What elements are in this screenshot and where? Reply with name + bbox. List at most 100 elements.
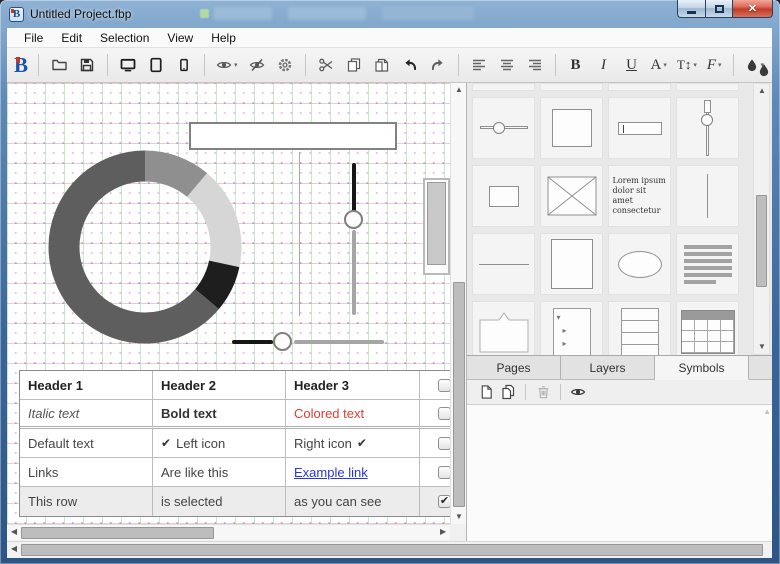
hide-annotations-button[interactable] <box>245 53 269 77</box>
menu-help[interactable]: Help <box>202 29 245 47</box>
symbols-scrollbar[interactable]: ▲ ▼ <box>753 83 770 355</box>
scroll-left-icon[interactable]: ◀ <box>7 525 21 539</box>
bold-button[interactable]: B <box>564 53 588 77</box>
phone-preview-button[interactable] <box>172 53 196 77</box>
close-button[interactable]: ✕ <box>733 0 773 18</box>
tab-layers[interactable]: Layers <box>561 356 655 379</box>
scrollbar-thumb[interactable] <box>21 527 214 539</box>
symbol-tile-horizontal-line[interactable] <box>472 233 535 295</box>
symbol-tile[interactable] <box>540 83 603 91</box>
symbol-tile[interactable] <box>472 83 535 91</box>
cut-button[interactable] <box>314 53 338 77</box>
desktop-preview-button[interactable] <box>116 53 140 77</box>
text-size-button[interactable]: T↕▾ <box>674 53 700 77</box>
italic-button[interactable]: I <box>592 53 616 77</box>
border-color-button[interactable] <box>752 58 772 82</box>
menu-edit[interactable]: Edit <box>52 29 91 47</box>
font-color-button[interactable]: A▾ <box>648 53 670 77</box>
align-right-button[interactable] <box>523 53 547 77</box>
symbol-tile-rectangle-tall[interactable] <box>540 233 603 295</box>
scrollbar-thumb[interactable] <box>21 544 763 556</box>
checkbox[interactable] <box>438 407 450 420</box>
text-input-widget[interactable] <box>189 122 397 150</box>
tab-symbols[interactable]: Symbols <box>655 356 749 380</box>
example-link[interactable]: Example link <box>294 459 368 486</box>
symbol-tile[interactable] <box>676 83 739 91</box>
new-page-button[interactable] <box>475 382 497 402</box>
scrollbar-thumb[interactable] <box>453 282 465 507</box>
canvas[interactable]: Header 1 Header 2 Header 3 Italic text B… <box>7 83 450 524</box>
font-family-button[interactable]: F▾ <box>704 53 725 77</box>
minimize-button[interactable] <box>677 0 706 18</box>
scroll-left-icon[interactable]: ◀ <box>7 542 21 556</box>
symbol-tile-rectangle[interactable] <box>540 97 603 159</box>
slider-thumb[interactable] <box>273 332 292 351</box>
symbol-tile-ellipse[interactable] <box>608 233 671 295</box>
checkbox[interactable] <box>438 466 450 479</box>
symbol-tile-text-block[interactable]: Lorem ipsum dolor sit amet consectetur <box>608 165 671 227</box>
slider-thumb[interactable] <box>344 210 363 229</box>
menu-selection[interactable]: Selection <box>91 29 158 47</box>
scroll-up-icon[interactable]: ▲ <box>754 84 770 98</box>
phone-icon <box>177 57 191 73</box>
workspace-horizontal-scrollbar[interactable]: ◀ <box>7 541 772 557</box>
rectangle-glyph <box>552 109 592 147</box>
symbol-tile-table-header[interactable] <box>676 301 739 355</box>
symbol-tile-tooltip[interactable] <box>472 301 535 355</box>
tablet-icon <box>148 57 164 73</box>
slider-track-upper <box>352 163 356 212</box>
scroll-down-icon[interactable]: ▼ <box>451 510 467 524</box>
menubar: File Edit Selection View Help <box>7 28 772 48</box>
tab-pages[interactable]: Pages <box>467 356 561 379</box>
align-center-button[interactable] <box>495 53 519 77</box>
canvas-horizontal-scrollbar[interactable]: ◀ ▶ <box>7 524 450 540</box>
symbol-tile-slider-vertical[interactable] <box>676 97 739 159</box>
tablet-preview-button[interactable] <box>144 53 168 77</box>
menu-file[interactable]: File <box>15 29 52 47</box>
canvas-vertical-scrollbar[interactable]: ▲ ▼ <box>450 83 466 524</box>
scroll-right-icon[interactable]: ▶ <box>436 525 450 539</box>
text-input-glyph <box>618 122 662 135</box>
gear-icon <box>277 57 293 73</box>
panel-content[interactable]: ▲ <box>467 405 772 541</box>
preview-button[interactable]: ▾ <box>213 53 241 77</box>
symbol-tile-text-input[interactable] <box>608 97 671 159</box>
table-widget[interactable]: Header 1 Header 2 Header 3 Italic text B… <box>19 370 450 517</box>
symbol-tile-image[interactable] <box>540 165 603 227</box>
scroll-down-icon[interactable]: ▼ <box>754 340 770 354</box>
symbol-tile[interactable] <box>608 83 671 91</box>
maximize-button[interactable] <box>706 0 733 18</box>
symbol-tile-table-rows[interactable] <box>608 301 671 355</box>
symbol-tile-vertical-line[interactable] <box>676 165 739 227</box>
symbol-tile-tree[interactable]: ▾▸▸ <box>540 301 603 355</box>
horizontal-line-glyph <box>479 264 529 265</box>
checkbox[interactable] <box>438 437 450 450</box>
redo-button[interactable] <box>426 53 450 77</box>
delete-button[interactable] <box>532 382 554 402</box>
settings-button[interactable] <box>273 53 297 77</box>
visibility-button[interactable] <box>567 382 589 402</box>
duplicate-button[interactable] <box>497 382 519 402</box>
symbol-tile-button[interactable] <box>472 165 535 227</box>
scrollbar-widget-thumb <box>427 182 446 265</box>
checkbox[interactable] <box>438 379 450 392</box>
slider-horizontal-glyph <box>480 121 528 135</box>
copy-button[interactable] <box>342 53 366 77</box>
menu-view[interactable]: View <box>158 29 202 47</box>
tree-glyph: ▾▸▸ <box>553 308 591 355</box>
donut-chart-widget[interactable] <box>45 147 245 347</box>
align-left-button[interactable] <box>467 53 491 77</box>
save-button[interactable] <box>75 53 99 77</box>
undo-button[interactable] <box>398 53 422 77</box>
scrollbar-widget[interactable] <box>423 178 450 275</box>
scroll-up-icon[interactable]: ▲ <box>451 83 467 97</box>
underline-button[interactable]: U <box>620 53 644 77</box>
paste-button[interactable] <box>370 53 394 77</box>
symbol-tile-slider-horizontal[interactable] <box>472 97 535 159</box>
scrollbar-thumb[interactable] <box>756 195 767 287</box>
vertical-line-widget[interactable] <box>299 152 300 316</box>
symbol-tile-paragraph[interactable] <box>676 233 739 295</box>
open-button[interactable] <box>47 53 71 77</box>
checkbox-checked[interactable]: ✔ <box>438 495 450 508</box>
titlebar[interactable]: B Untitled Project.fbp ✕ <box>0 0 780 28</box>
